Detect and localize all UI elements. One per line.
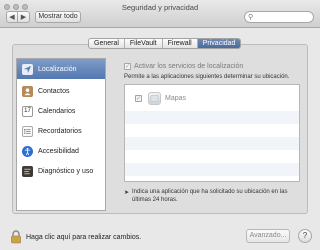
checkmark-icon: ✓: [124, 64, 131, 70]
list-stripe: [125, 124, 299, 137]
search-icon: ⚲: [248, 14, 254, 21]
sidebar-item-label: Accesibilidad: [38, 147, 79, 155]
sidebar-item-recordatorios[interactable]: Recordatorios: [17, 121, 105, 141]
contacts-icon: [22, 85, 33, 97]
lock-icon[interactable]: [10, 230, 22, 244]
chevron-left-icon: ◀: [9, 14, 15, 21]
tab-general[interactable]: General: [89, 39, 125, 48]
app-name: Mapas: [165, 95, 187, 102]
list-item[interactable]: ✓ Mapas: [135, 92, 186, 105]
tab-privacidad[interactable]: Privacidad: [197, 39, 241, 48]
sidebar-item-diagnostico[interactable]: Diagnóstico y uso: [17, 161, 105, 181]
sidebar-item-label: Localización: [38, 65, 77, 73]
location-arrow-icon: ➤: [124, 190, 130, 196]
calendar-icon: 17: [22, 105, 33, 117]
sidebar-item-label: Contactos: [38, 87, 70, 95]
privacy-sidebar: Localización Contactos 17 Calendarios Re…: [16, 58, 106, 211]
sidebar-item-localizacion[interactable]: Localización: [17, 59, 105, 79]
tab-filevault[interactable]: FileVault: [125, 39, 163, 48]
diagnostics-icon: [22, 165, 33, 177]
sidebar-item-contactos[interactable]: Contactos: [17, 81, 105, 101]
accessibility-icon: [22, 145, 33, 157]
sidebar-item-label: Recordatorios: [38, 127, 82, 135]
sidebar-item-calendarios[interactable]: 17 Calendarios: [17, 101, 105, 121]
tab-firewall[interactable]: Firewall: [163, 39, 198, 48]
show-all-button[interactable]: Mostrar todo: [35, 11, 81, 23]
search-input[interactable]: ⚲: [244, 11, 314, 23]
sidebar-item-label: Diagnóstico y uso: [38, 167, 94, 175]
maps-app-icon: [148, 92, 161, 105]
reminders-icon: [22, 125, 33, 137]
list-stripe: [125, 111, 299, 124]
lock-hint[interactable]: Haga clic aquí para realizar cambios.: [26, 234, 141, 241]
enable-location-row: ✓ Activar los servicios de localización: [124, 63, 243, 70]
sidebar-item-accesibilidad[interactable]: Accesibilidad: [17, 141, 105, 161]
help-button[interactable]: ?: [298, 229, 312, 243]
list-stripe: [125, 150, 299, 163]
recent-location-note: Indica una aplicación que ha solicitado …: [132, 189, 288, 203]
list-stripe: [125, 137, 299, 150]
forward-button[interactable]: ▶: [18, 11, 30, 23]
tab-bar: General FileVault Firewall Privacidad: [88, 38, 242, 49]
checkmark-icon: ✓: [135, 96, 142, 102]
title-bar: Seguridad y privacidad ◀ ▶ Mostrar todo …: [0, 0, 320, 28]
location-arrow-icon: [22, 63, 33, 75]
sidebar-item-label: Calendarios: [38, 107, 76, 115]
enable-location-label: Activar los servicios de localización: [134, 63, 244, 70]
location-description: Permite a las aplicaciones siguientes de…: [124, 74, 290, 80]
app-location-checkbox[interactable]: ✓: [135, 95, 142, 102]
advanced-button[interactable]: Avanzado...: [246, 229, 290, 243]
enable-location-checkbox[interactable]: ✓: [124, 63, 131, 70]
back-button[interactable]: ◀: [6, 11, 18, 23]
location-apps-list[interactable]: ✓ Mapas: [124, 84, 300, 182]
list-stripe: [125, 163, 299, 176]
chevron-right-icon: ▶: [20, 14, 27, 21]
